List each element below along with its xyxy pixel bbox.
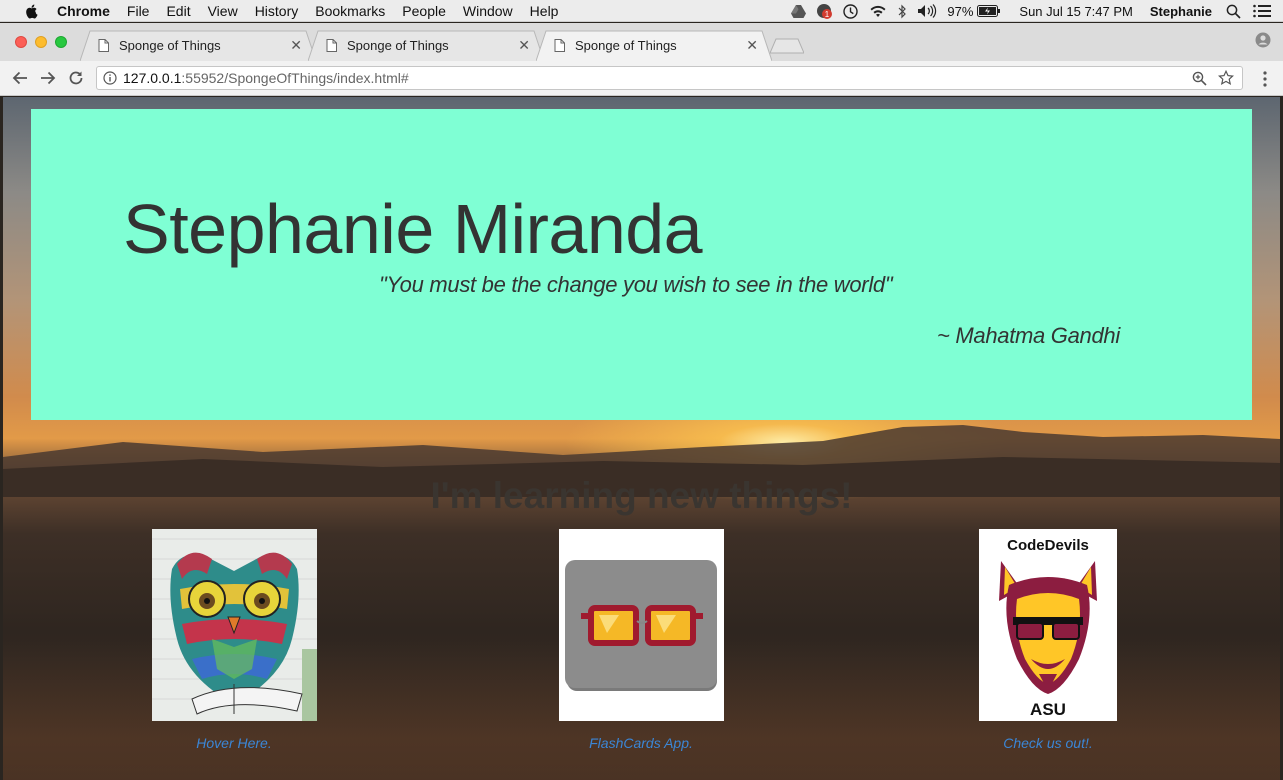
back-arrow-icon[interactable] [11, 69, 29, 87]
menu-help[interactable]: Help [530, 3, 559, 19]
page-icon [98, 39, 109, 52]
hero-quote: "You must be the change you wish to see … [379, 272, 893, 297]
profile-icon[interactable] [1255, 32, 1271, 48]
close-tab-icon[interactable]: ✕ [290, 38, 302, 52]
tab-title: Sponge of Things [119, 38, 221, 53]
browser-toolbar: 127.0.0.1:55952/SpongeOfThings/index.htm… [0, 61, 1283, 96]
clock[interactable]: Sun Jul 15 7:47 PM [1019, 4, 1132, 19]
info-icon[interactable] [103, 71, 117, 85]
address-bar[interactable]: 127.0.0.1:55952/SpongeOfThings/index.htm… [96, 66, 1243, 90]
page-viewport: Stephanie Miranda "You must be the chang… [3, 97, 1280, 780]
notification-count: 1 [825, 10, 830, 19]
reload-icon[interactable] [67, 69, 85, 87]
owl-icon [152, 529, 317, 721]
flashcards-image[interactable] [559, 529, 724, 721]
new-tab-button[interactable] [770, 38, 804, 54]
hero-name: Stephanie Miranda [123, 190, 703, 268]
codedevils-image[interactable]: CodeDevils ASU [979, 529, 1117, 721]
menu-extras: 1 97% Sun Jul 15 7:47 PM Stephanie [791, 0, 1283, 22]
tab-title: Sponge of Things [575, 38, 677, 53]
page-icon [326, 39, 337, 52]
notification-badge-icon[interactable]: 1 [816, 3, 833, 19]
owl-image[interactable] [152, 529, 317, 721]
menu-edit[interactable]: Edit [166, 3, 190, 19]
url-text[interactable]: 127.0.0.1:55952/SpongeOfThings/index.htm… [123, 70, 409, 86]
drive-icon[interactable] [791, 4, 807, 18]
menu-app-name[interactable]: Chrome [57, 3, 110, 19]
sun-devil-icon: CodeDevils ASU [979, 529, 1117, 721]
codedevils-caption-link[interactable]: Check us out!. [938, 735, 1158, 751]
bluetooth-icon[interactable] [897, 4, 907, 19]
forward-arrow-icon[interactable] [39, 69, 57, 87]
tab-1[interactable]: Sponge of Things ✕ [80, 30, 316, 61]
codedevils-logo-text: CodeDevils [1007, 537, 1089, 554]
url-host: 127.0.0.1 [123, 70, 182, 86]
wifi-icon[interactable] [869, 4, 887, 18]
close-tab-icon[interactable]: ✕ [746, 38, 758, 52]
zoom-window-button[interactable] [55, 36, 67, 48]
close-tab-icon[interactable]: ✕ [518, 38, 530, 52]
macos-menu-bar: Chrome File Edit View History Bookmarks … [0, 0, 1283, 22]
spotlight-search-icon[interactable] [1226, 4, 1241, 19]
menu-history[interactable]: History [255, 3, 299, 19]
menu-view[interactable]: View [208, 3, 238, 19]
notification-center-icon[interactable] [1253, 4, 1271, 18]
close-window-button[interactable] [15, 36, 27, 48]
flashcards-caption-link[interactable]: FlashCards App. [531, 735, 751, 751]
menu-window[interactable]: Window [463, 3, 513, 19]
tab-3-active[interactable]: Sponge of Things ✕ [536, 30, 772, 61]
time-machine-icon[interactable] [842, 3, 859, 20]
apple-icon[interactable] [24, 3, 40, 19]
minimize-window-button[interactable] [35, 36, 47, 48]
battery-icon[interactable] [977, 5, 1001, 17]
page-icon [554, 39, 565, 52]
hero-quote-author: ~ Mahatma Gandhi [937, 323, 1120, 348]
volume-icon[interactable] [917, 4, 937, 18]
battery-percent: 97% [947, 3, 974, 19]
hero-banner: Stephanie Miranda "You must be the chang… [31, 109, 1252, 420]
asu-logo-text: ASU [1030, 700, 1066, 719]
url-path: :55952/SpongeOfThings/index.html# [181, 70, 409, 86]
menu-file[interactable]: File [127, 3, 150, 19]
browser-tab-strip: Sponge of Things ✕ Sponge of Things ✕ Sp… [0, 23, 1283, 61]
projects-heading: I'm learning new things! [430, 475, 853, 516]
menu-bookmarks[interactable]: Bookmarks [315, 3, 385, 19]
tab-2[interactable]: Sponge of Things ✕ [308, 30, 544, 61]
menu-people[interactable]: People [402, 3, 446, 19]
glasses-icon [559, 529, 724, 721]
browser-menu-icon[interactable] [1263, 71, 1267, 87]
user-name[interactable]: Stephanie [1150, 4, 1212, 19]
owl-caption-link[interactable]: Hover Here. [124, 735, 344, 751]
bookmark-star-icon[interactable] [1218, 70, 1234, 86]
zoom-icon[interactable] [1192, 71, 1207, 86]
tab-title: Sponge of Things [347, 38, 449, 53]
